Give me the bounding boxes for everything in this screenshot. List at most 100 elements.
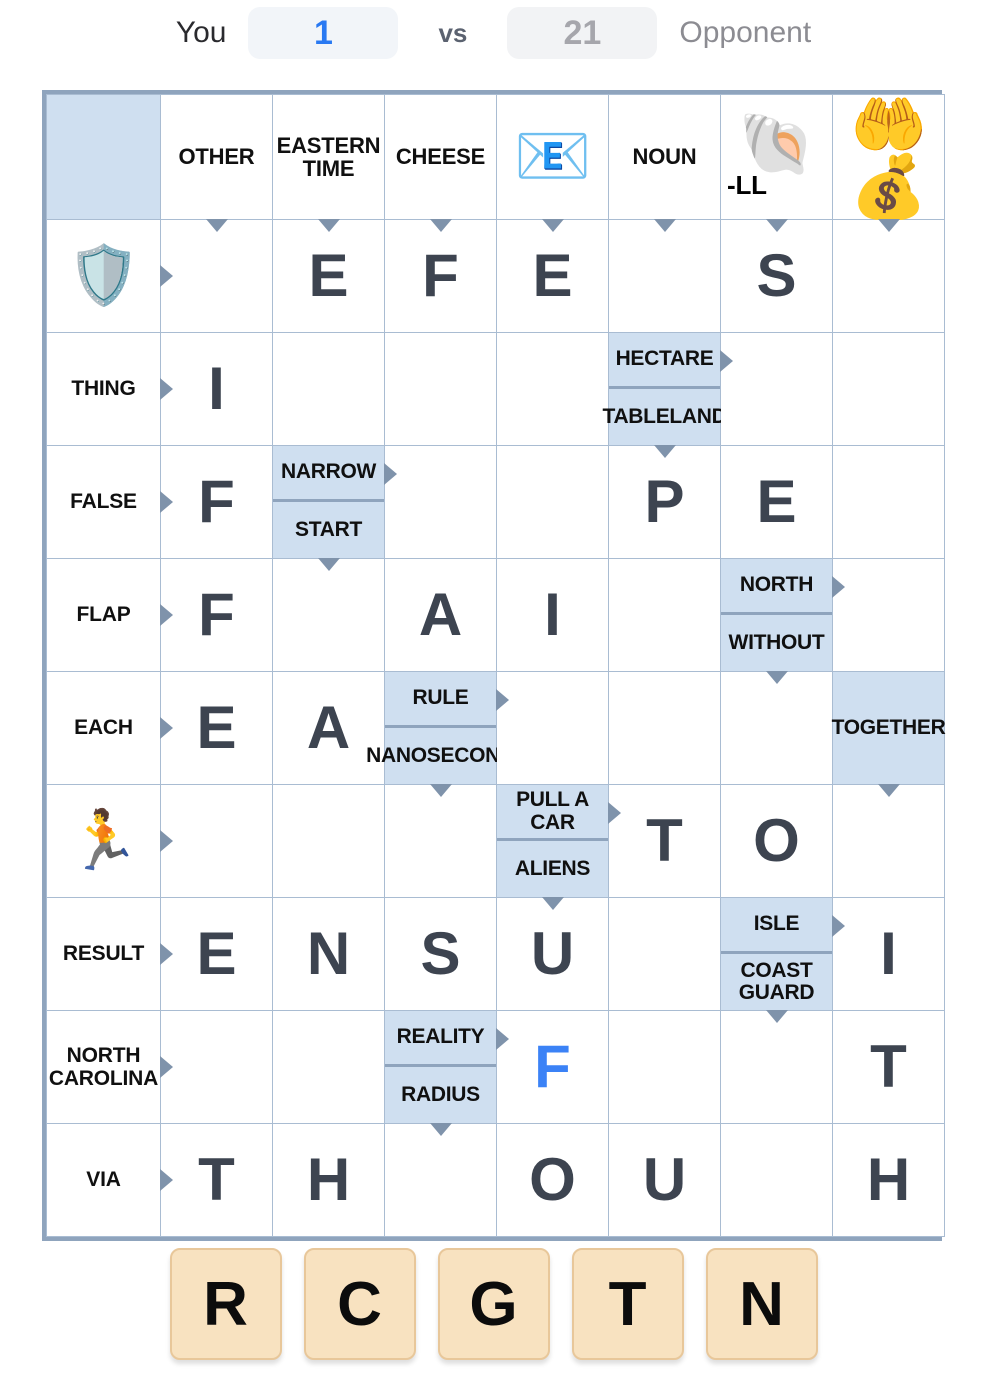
crossword-game-screen: You 1 vs 21 Opponent OTHER EASTERN TIME CH… <box>0 0 987 1393</box>
grid-cell-letter[interactable]: N <box>272 897 385 1011</box>
grid-cell-letter[interactable]: I <box>496 558 609 672</box>
grid-cell-letter[interactable]: S <box>384 897 497 1011</box>
opponent-label: Opponent <box>679 16 812 49</box>
grid-cell-clue[interactable]: NORTH WITHOUT <box>720 558 845 684</box>
row-direction-arrow-icon <box>160 1169 173 1191</box>
clue-down-text: WITHOUT <box>728 630 825 654</box>
grid-cell-empty[interactable] <box>160 1010 273 1124</box>
grid-cell-empty[interactable] <box>832 558 945 672</box>
grid-cell-empty[interactable] <box>608 1010 721 1124</box>
grid-cell-letter[interactable]: S <box>720 219 833 333</box>
rack-tile-T[interactable]: T <box>571 1248 684 1360</box>
letter-rack[interactable]: RCGTN <box>0 1248 987 1360</box>
rack-tile-letter: R <box>203 1269 248 1339</box>
clue-across-text: REALITY <box>385 1011 496 1067</box>
grid-cell-letter[interactable]: F <box>496 1010 609 1124</box>
grid-cell-letter[interactable]: F <box>384 219 497 333</box>
clue-across-arrow-icon <box>720 350 733 372</box>
grid-cell-empty[interactable] <box>832 445 945 559</box>
grid-cell-letter[interactable]: E <box>496 219 609 333</box>
grid-cell-empty[interactable] <box>160 784 273 898</box>
grid-cell-letter[interactable]: O <box>720 784 833 898</box>
grid-cell-clue[interactable]: HECTARE TABLELAND <box>602 332 733 458</box>
clue-down-arrow-icon <box>429 1123 452 1136</box>
clue-across-arrow-icon <box>608 802 621 824</box>
grid-cell-empty[interactable] <box>160 219 273 333</box>
grid-cell-empty[interactable] <box>272 784 385 898</box>
row-header-8: NORTH CAROLINA <box>46 1010 173 1124</box>
grid-cell-clue[interactable]: RULE NANOSECOND <box>366 671 515 797</box>
cell-letter: O <box>529 1146 576 1213</box>
grid-cell-empty[interactable] <box>272 1010 385 1124</box>
grid-cell-letter[interactable]: A <box>272 671 385 785</box>
grid-cell-empty[interactable] <box>720 671 833 785</box>
runner-icon: 🏃 <box>67 808 140 873</box>
grid-cell-letter[interactable]: F <box>160 445 273 559</box>
grid-cell-letter[interactable]: O <box>496 1123 609 1237</box>
grid-cell-letter[interactable]: U <box>496 897 609 1011</box>
grid-cell-letter[interactable]: U <box>608 1123 721 1237</box>
shield-icon: 🛡️ <box>67 243 140 308</box>
grid-cell-clue[interactable]: TOGETHER <box>832 671 946 797</box>
grid-row: VIA T H O U H <box>46 1123 945 1237</box>
cell-letter: F <box>422 242 459 309</box>
grid-row: THING I HECTARE TABLELAND <box>46 332 945 458</box>
cell-letter: T <box>198 1146 235 1213</box>
grid-cell-letter[interactable]: I <box>832 897 945 1011</box>
grid-cell-empty[interactable] <box>272 558 385 672</box>
grid-cell-letter[interactable]: E <box>160 897 273 1011</box>
grid-cell-empty[interactable] <box>384 784 497 898</box>
grid-cell-empty[interactable] <box>608 897 721 1011</box>
opponent-score: 21 <box>507 7 658 59</box>
rack-tile-R[interactable]: R <box>169 1248 282 1360</box>
grid-cell-letter[interactable]: E <box>272 219 385 333</box>
grid-cell-letter[interactable]: T <box>832 1010 945 1124</box>
grid-cell-letter[interactable]: T <box>608 784 721 898</box>
grid-cell-empty[interactable] <box>832 219 945 333</box>
grid-cell-clue[interactable]: NARROW START <box>272 445 397 571</box>
grid-cell-empty[interactable] <box>384 332 497 446</box>
grid-cell-clue[interactable]: PULL A CAR ALIENS <box>496 784 621 910</box>
grid-cell-empty[interactable] <box>384 445 497 559</box>
grid-cell-empty[interactable] <box>384 1123 497 1237</box>
rack-tile-G[interactable]: G <box>437 1248 550 1360</box>
grid-cell-empty[interactable] <box>496 332 609 446</box>
column-direction-arrow-icon <box>429 219 452 232</box>
cell-letter: P <box>644 468 685 535</box>
grid-cell-clue[interactable]: REALITY RADIUS <box>384 1010 509 1136</box>
grid-cell-clue[interactable]: ISLE COAST GUARD <box>720 897 845 1023</box>
clue-across-arrow-icon <box>496 689 509 711</box>
grid-cell-empty[interactable] <box>496 445 609 559</box>
rack-tile-letter: G <box>469 1269 518 1339</box>
row-direction-arrow-icon <box>160 830 173 852</box>
cell-letter: N <box>306 920 351 987</box>
clue-down-text: TOGETHER <box>831 716 946 739</box>
crossword-grid[interactable]: OTHER EASTERN TIME CHEESE 📧 NOUN 🐚 -LL 🤲💰 🛡️ E F E S… <box>42 90 946 1241</box>
grid-cell-empty[interactable] <box>832 784 945 898</box>
grid-cell-empty[interactable] <box>832 332 945 446</box>
row-direction-arrow-icon <box>160 491 173 513</box>
grid-cell-letter[interactable]: F <box>160 558 273 672</box>
grid-cell-letter[interactable]: P <box>608 445 721 559</box>
grid-cell-empty[interactable] <box>720 1123 833 1237</box>
grid-cell-letter[interactable]: T <box>160 1123 273 1237</box>
column-header-label: EASTERN TIME <box>276 132 381 181</box>
grid-cell-letter[interactable]: H <box>832 1123 945 1237</box>
grid-cell-empty[interactable] <box>608 671 721 785</box>
grid-cell-empty[interactable] <box>720 332 833 446</box>
grid-cell-empty[interactable] <box>608 558 721 672</box>
grid-cell-letter[interactable]: E <box>160 671 273 785</box>
grid-cell-empty[interactable] <box>272 332 385 446</box>
rack-tile-N[interactable]: N <box>705 1248 818 1360</box>
grid-row: NORTH CAROLINA REALITY RADIUS F T <box>46 1010 945 1136</box>
grid-cell-letter[interactable]: I <box>160 332 273 446</box>
row-direction-arrow-icon <box>160 943 173 965</box>
grid-cell-letter[interactable]: E <box>720 445 833 559</box>
grid-cell-empty[interactable] <box>496 671 609 785</box>
clue-across-text: NARROW <box>273 446 384 502</box>
grid-cell-empty[interactable] <box>720 1010 833 1124</box>
grid-cell-empty[interactable] <box>608 219 721 333</box>
grid-cell-letter[interactable]: H <box>272 1123 385 1237</box>
grid-cell-letter[interactable]: A <box>384 558 497 672</box>
rack-tile-C[interactable]: C <box>303 1248 416 1360</box>
